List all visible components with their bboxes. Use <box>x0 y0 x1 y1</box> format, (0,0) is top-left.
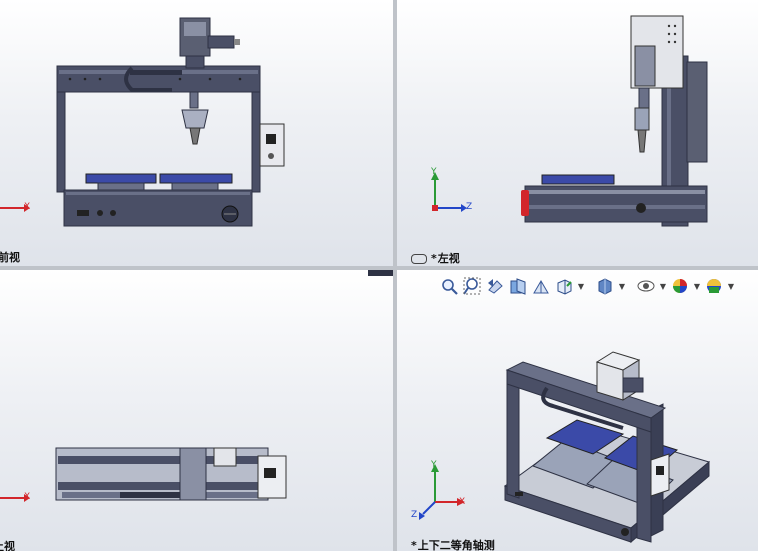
viewport-label-isometric: *上下二等角轴测 <box>411 539 495 551</box>
viewport-label-front: 前视 <box>0 251 20 264</box>
triad-x-label: X <box>24 202 31 212</box>
triad-y-label: Y <box>431 460 437 470</box>
triad-y-label: Y <box>431 167 437 177</box>
link-view-icon[interactable] <box>411 254 427 264</box>
viewport-top[interactable]: X 上视 <box>0 270 393 551</box>
triad-x-label: X <box>459 497 466 507</box>
triad-x-label: X <box>24 492 31 502</box>
axis-triad <box>431 172 467 212</box>
viewport-label-left: *左视 <box>411 250 460 266</box>
viewport-label-top: 上视 <box>0 540 15 551</box>
triad-z-label: Z <box>466 202 473 212</box>
viewport-isometric[interactable]: ▼ ▼ ▼ ▼ ▼ Y X Z *上下二等角轴测 <box>397 270 758 551</box>
triad-z-label: Z <box>411 510 418 520</box>
viewport-front[interactable]: X 前视 <box>0 0 393 266</box>
axis-triad <box>419 464 465 520</box>
axis-triad <box>0 494 30 502</box>
viewport-left[interactable]: Y Z *左视 <box>397 0 758 266</box>
axis-triad <box>0 204 30 212</box>
